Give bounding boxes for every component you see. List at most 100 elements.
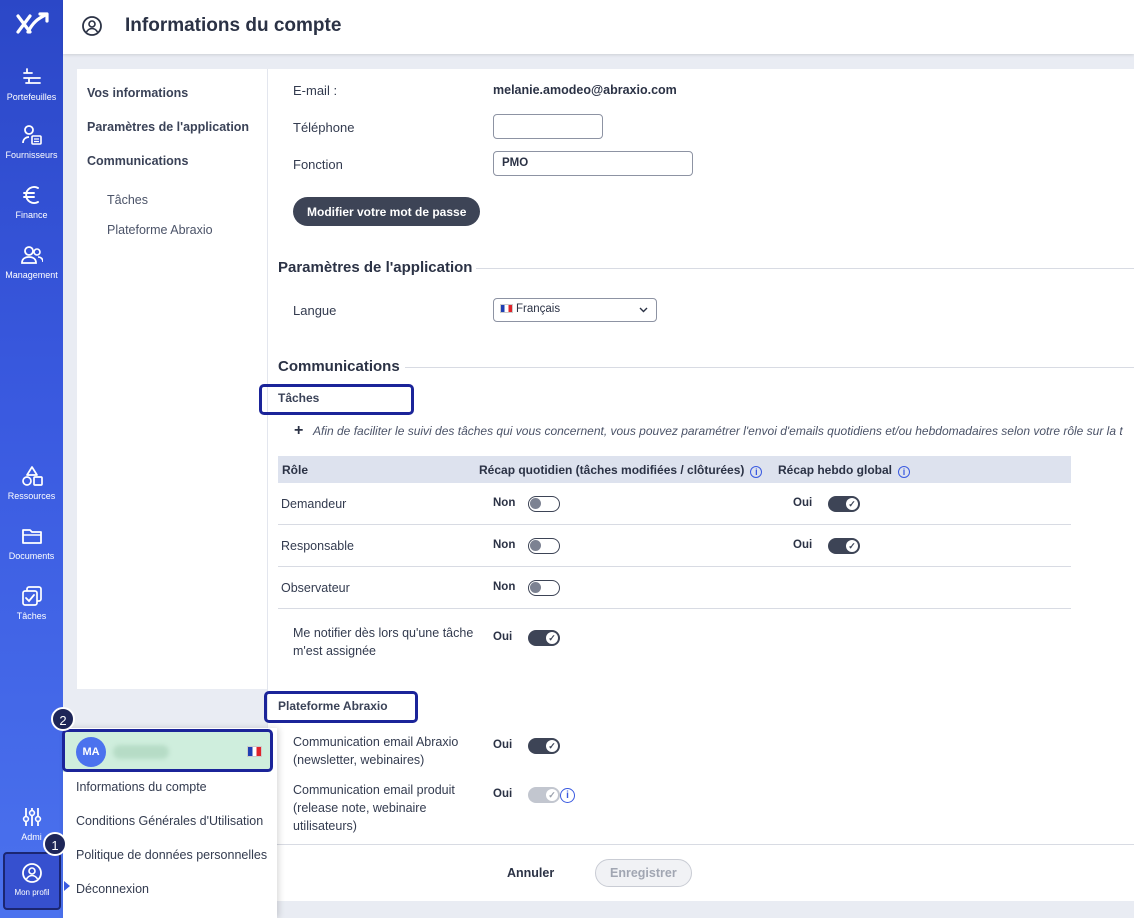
comm2-status: Oui	[493, 788, 513, 800]
daily-toggle-demandeur[interactable]	[528, 496, 560, 512]
comm2-toggle	[528, 787, 560, 803]
phone-field[interactable]	[493, 114, 603, 139]
communications-title: Communications	[278, 358, 400, 375]
section-nav: Vos informations Paramètres de l'applica…	[77, 69, 267, 689]
step-badge-1: 1	[43, 832, 67, 856]
rail-item-fournisseurs[interactable]: Fournisseurs	[0, 124, 63, 160]
users-icon	[20, 246, 43, 264]
rail-label: Mon profil	[14, 888, 50, 897]
folder-icon	[21, 529, 42, 544]
rail-label: Tâches	[16, 611, 47, 621]
menu-privacy-policy[interactable]: Politique de données personnelles	[76, 848, 267, 862]
col-daily-label: Récap quotidien (tâches modifiées / clôt…	[479, 463, 745, 477]
sliders-icon	[22, 808, 41, 826]
abraxio-logo[interactable]	[14, 10, 50, 42]
rail-label: Documents	[8, 551, 55, 561]
email-label: E-mail :	[293, 83, 338, 98]
weekly-toggle-responsable[interactable]	[828, 538, 860, 554]
language-label: Langue	[293, 303, 337, 318]
nav-communications[interactable]: Communications	[87, 154, 188, 168]
highlight-box-plateforme	[264, 691, 418, 723]
notify-label-line1: Me notifier dès lors qu'une tâche	[293, 626, 474, 640]
daily-status: Non	[493, 539, 516, 551]
daily-status: Non	[493, 581, 516, 593]
euro-icon	[22, 186, 39, 204]
function-field[interactable]: PMO	[493, 151, 693, 176]
menu-account-info[interactable]: Informations du compte	[76, 780, 207, 794]
rail-item-mon-profil[interactable]: Mon profil	[3, 852, 61, 910]
highlight-box-user	[62, 729, 273, 772]
language-select[interactable]: Français	[493, 298, 657, 322]
phone-label: Téléphone	[293, 120, 355, 135]
step-badge-2: 2	[51, 707, 75, 731]
rail-item-portefeuilles[interactable]: Portefeuilles	[0, 66, 63, 102]
rail-label: Finance	[15, 210, 48, 220]
rail-item-documents[interactable]: Documents	[0, 525, 63, 561]
row-divider	[278, 566, 1071, 567]
menu-terms[interactable]: Conditions Générales d'Utilisation	[76, 814, 263, 828]
change-password-button[interactable]: Modifier votre mot de passe	[293, 197, 481, 226]
weekly-toggle-demandeur[interactable]	[828, 496, 860, 512]
info-icon[interactable]: i	[898, 466, 911, 478]
french-flag-icon	[500, 304, 513, 313]
rail-label: Fournisseurs	[5, 150, 58, 160]
role-responsable: Responsable	[281, 539, 354, 553]
col-daily: Récap quotidien (tâches modifiées / clôt…	[479, 463, 763, 478]
language-value: Français	[516, 303, 561, 315]
portfolio-icon	[22, 68, 41, 84]
chevron-down-icon	[639, 307, 648, 313]
user-circle-icon	[82, 16, 102, 36]
col-weekly-label: Récap hebdo global	[778, 463, 893, 477]
daily-toggle-responsable[interactable]	[528, 538, 560, 554]
info-icon[interactable]: i	[560, 788, 575, 803]
role-observateur: Observateur	[281, 581, 350, 595]
nav-vos-informations[interactable]: Vos informations	[87, 86, 188, 100]
role-demandeur: Demandeur	[281, 497, 347, 511]
tasks-note: Afin de faciliter le suivi des tâches qu…	[313, 424, 1123, 438]
highlight-box-taches	[259, 384, 414, 415]
rail-item-ressources[interactable]: Ressources	[0, 465, 63, 501]
tasks-icon	[21, 586, 42, 606]
caret-right-icon	[64, 881, 70, 891]
nav-parametres-application[interactable]: Paramètres de l'application	[87, 120, 249, 134]
notify-status: Oui	[493, 631, 513, 643]
email-value: melanie.amodeo@abraxio.com	[493, 83, 677, 97]
rail-item-finance[interactable]: Finance	[0, 184, 63, 220]
tasks-table-header: Rôle Récap quotidien (tâches modifiées /…	[278, 456, 1071, 483]
comm1-toggle[interactable]	[528, 738, 560, 754]
nav-plateforme-abraxio[interactable]: Plateforme Abraxio	[107, 223, 213, 237]
plus-icon[interactable]: +	[294, 422, 303, 440]
shapes-icon	[21, 466, 43, 486]
daily-toggle-observateur[interactable]	[528, 580, 560, 596]
comm2-line1: Communication email produit	[293, 783, 455, 797]
rail-item-management[interactable]: Management	[0, 244, 63, 280]
notify-toggle[interactable]	[528, 630, 560, 646]
top-header: Informations du compte	[63, 0, 1134, 54]
row-divider	[278, 524, 1071, 525]
info-icon[interactable]: i	[750, 466, 763, 478]
comm1-line2: (newsletter, webinaires)	[293, 753, 425, 767]
col-weekly: Récap hebdo global i	[778, 463, 911, 478]
divider	[476, 268, 1134, 269]
weekly-status: Oui	[793, 497, 813, 509]
comm1-line1: Communication email Abraxio	[293, 735, 459, 749]
rail-label: Management	[5, 270, 58, 280]
save-button: Enregistrer	[595, 859, 692, 887]
left-rail: Portefeuilles Fournisseurs Finance Manag…	[0, 0, 63, 918]
rail-label: Portefeuilles	[6, 92, 57, 102]
notify-label-line2: m'est assignée	[293, 644, 376, 658]
rail-item-taches[interactable]: Tâches	[0, 585, 63, 621]
comm2-line3: utilisateurs)	[293, 819, 357, 833]
profile-icon	[22, 863, 42, 883]
rail-label: Ressources	[7, 491, 56, 501]
menu-logout[interactable]: Déconnexion	[76, 882, 149, 896]
nav-taches[interactable]: Tâches	[107, 193, 148, 207]
page-title: Informations du compte	[125, 15, 342, 36]
divider	[405, 367, 1134, 368]
col-role: Rôle	[282, 463, 309, 477]
comm1-status: Oui	[493, 739, 513, 751]
function-label: Fonction	[293, 157, 343, 172]
footer-divider	[268, 844, 1134, 845]
cancel-button[interactable]: Annuler	[507, 866, 554, 880]
comm2-line2: (release note, webinaire	[293, 801, 427, 815]
